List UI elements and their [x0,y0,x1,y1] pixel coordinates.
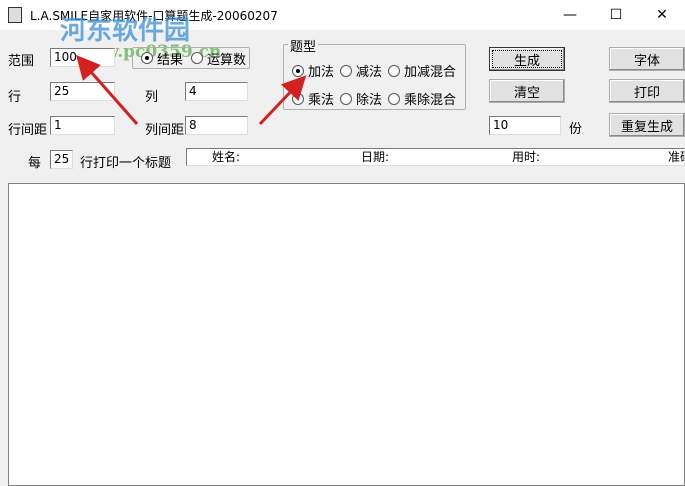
arrow-to-range [76,55,139,125]
arrow-to-question-type [258,75,307,126]
annotation-arrows [76,55,307,126]
